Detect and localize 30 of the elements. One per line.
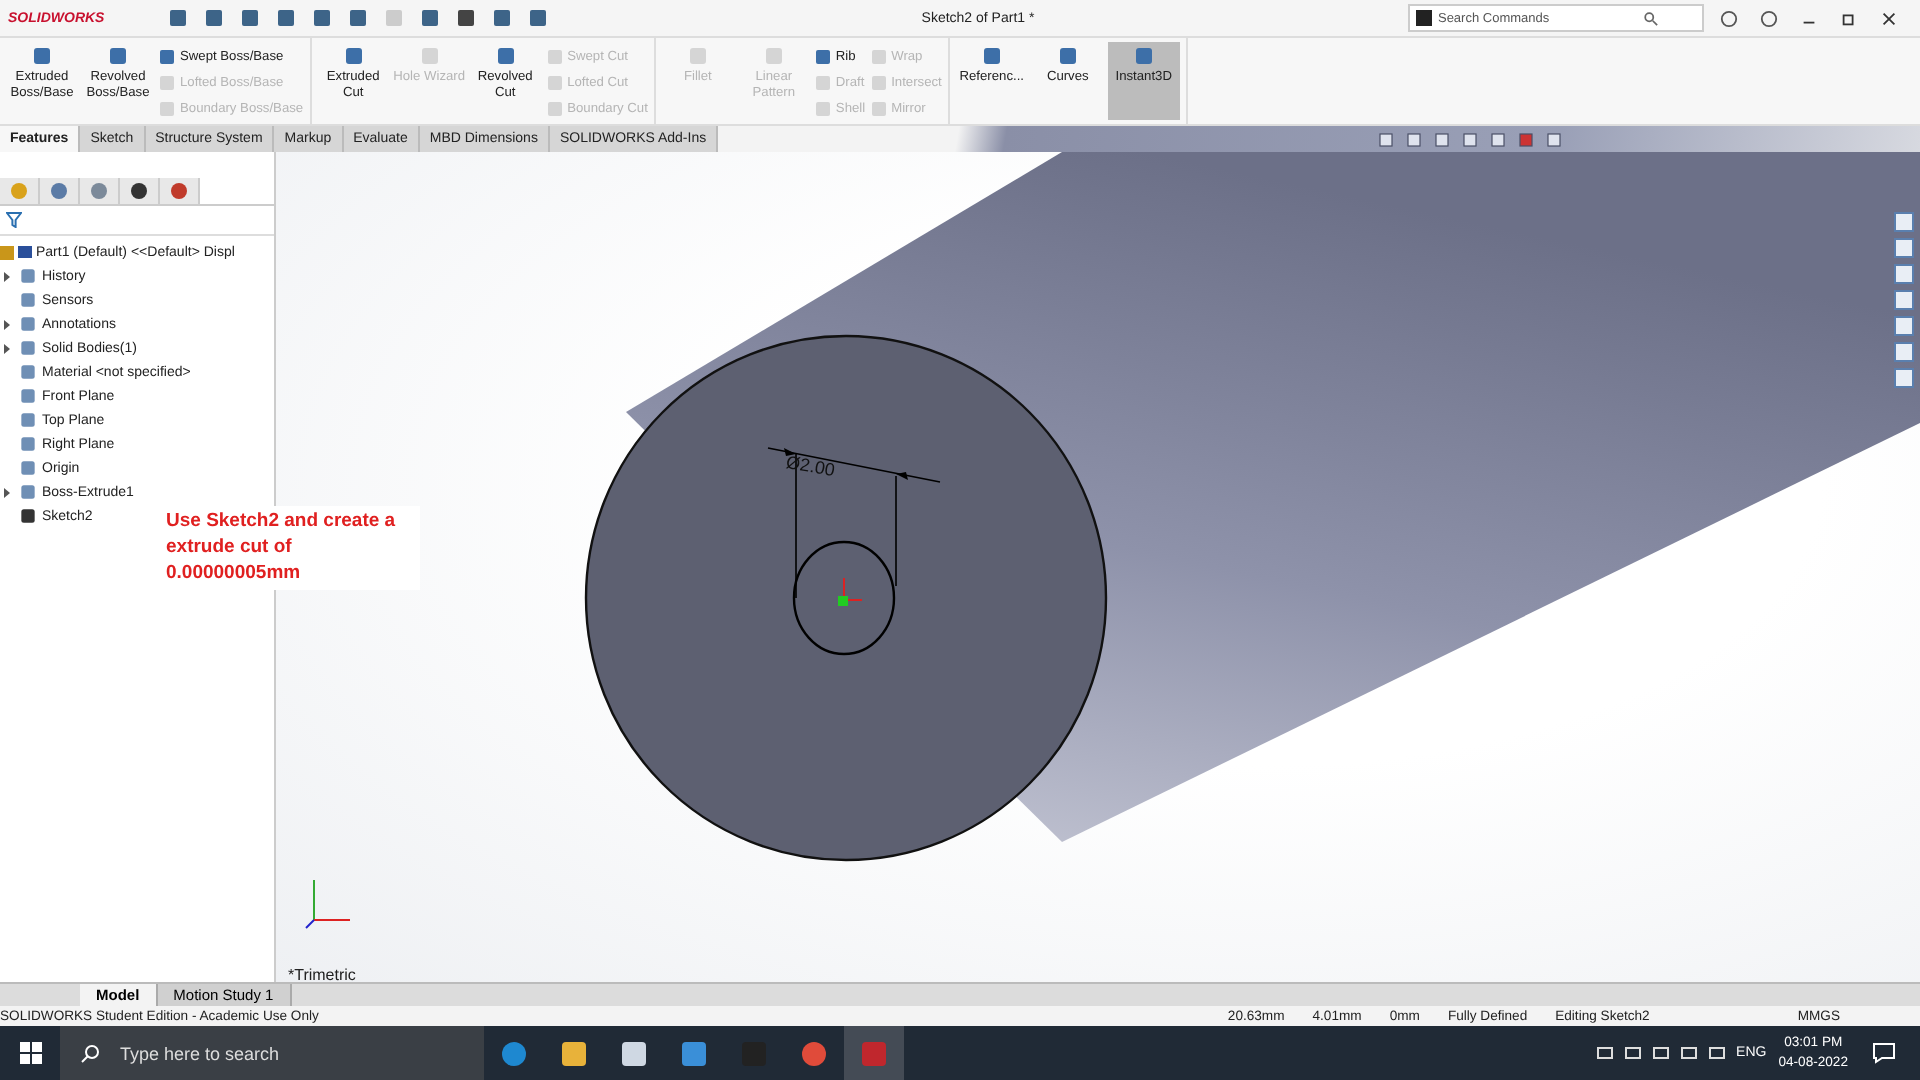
tree-node-icon xyxy=(18,386,38,406)
tree-node-icon xyxy=(18,410,38,430)
notifications-icon[interactable] xyxy=(1872,1042,1896,1064)
tree-node-icon xyxy=(18,362,38,382)
panel-tab[interactable] xyxy=(160,177,200,203)
tree-node-icon xyxy=(18,266,38,286)
tree-node-icon xyxy=(18,338,38,358)
expand-arrow-icon[interactable] xyxy=(4,487,10,497)
close-icon[interactable] xyxy=(1879,9,1898,27)
expand-arrow-icon[interactable] xyxy=(4,271,10,281)
filter-icon[interactable] xyxy=(6,212,22,228)
tree-node-icon xyxy=(18,482,38,502)
tree-node-icon xyxy=(18,434,38,454)
search-icon[interactable] xyxy=(1643,11,1658,25)
panel-tab[interactable] xyxy=(120,177,160,203)
sketch-circle[interactable] xyxy=(790,538,898,658)
restore-icon[interactable] xyxy=(1839,9,1858,27)
tree-node-icon xyxy=(18,506,38,526)
tree-node-icon xyxy=(18,314,38,334)
tree-node-icon xyxy=(18,290,38,310)
view-orientation-label: *Trimetric xyxy=(288,966,356,982)
instruction-callout: Use Sketch2 and create a extrude cut of 0.00000005mm xyxy=(160,506,420,591)
search-input[interactable]: Type here to search xyxy=(116,1041,344,1065)
part-icon xyxy=(0,243,32,261)
expand-arrow-icon[interactable] xyxy=(4,343,10,353)
tree-node-icon xyxy=(18,458,38,478)
taskbar-search-field[interactable]: Type here to search xyxy=(60,1026,484,1080)
windows-start-icon[interactable] xyxy=(20,1042,42,1064)
search-icon xyxy=(80,1043,100,1063)
expand-arrow-icon[interactable] xyxy=(4,319,10,329)
